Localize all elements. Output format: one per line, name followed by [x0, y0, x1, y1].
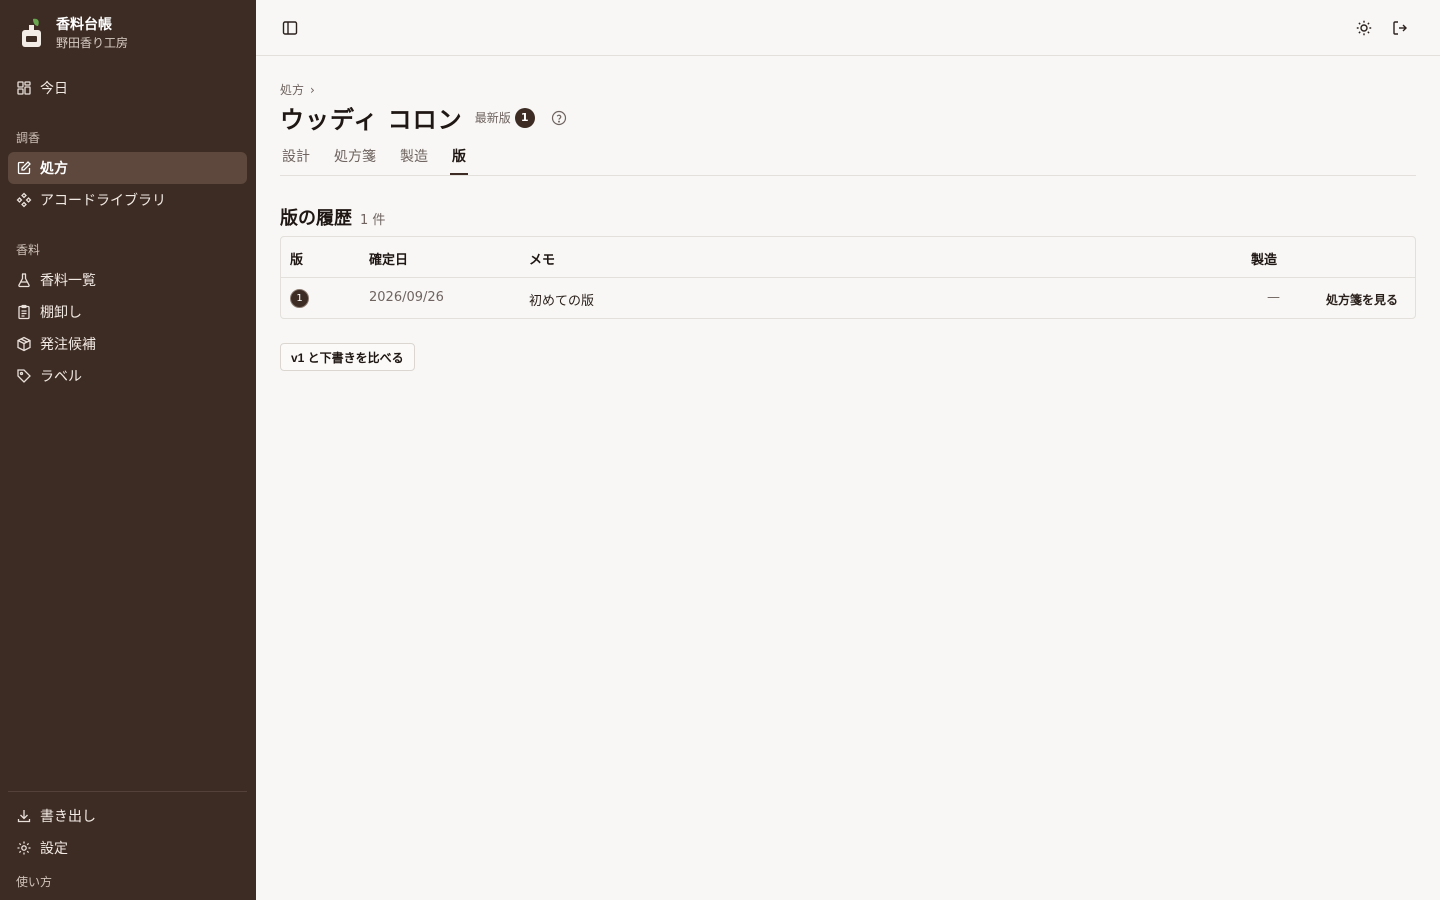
- tab-production[interactable]: 製造: [398, 144, 430, 175]
- nav-item-recipes[interactable]: 処方: [8, 152, 247, 184]
- tab-prescription[interactable]: 処方箋: [332, 144, 378, 175]
- version-history-table: 版 確定日 メモ 製造 1 2026/09/26 初めての版 — 処方箋を見る: [280, 236, 1416, 319]
- brand[interactable]: 香料台帳 野田香り工房: [20, 16, 128, 51]
- chevron-right-icon: ›: [310, 82, 315, 97]
- sidebar-toggle-icon[interactable]: [276, 14, 304, 42]
- column-header-date: 確定日: [369, 253, 409, 268]
- nav-item-settings[interactable]: 設定: [8, 832, 247, 864]
- help-icon[interactable]: [551, 110, 567, 126]
- nav-label: ラベル: [40, 369, 82, 385]
- nav-item-stocktake[interactable]: 棚卸し: [8, 296, 247, 328]
- diamonds-icon: [16, 192, 32, 208]
- history-heading: 版の履歴 1 件: [280, 204, 385, 230]
- tag-icon: [16, 368, 32, 384]
- perfume-bottle-icon: [20, 17, 44, 49]
- column-header-version: 版: [290, 253, 304, 268]
- sidebar: 香料台帳 野田香り工房 今日 調香 処方 アコードライブラリ 香料 香料一覧 棚…: [0, 0, 256, 900]
- view-prescription-link[interactable]: 処方箋を見る: [1326, 291, 1398, 308]
- tab-versions[interactable]: 版: [450, 144, 468, 175]
- nav-label: 発注候補: [40, 337, 96, 353]
- howto-link[interactable]: 使い方: [16, 873, 52, 890]
- production-value: —: [1267, 290, 1280, 305]
- edit-note-icon: [16, 160, 32, 176]
- version-number-badge: 1: [290, 289, 309, 308]
- dashboard-icon: [16, 80, 32, 96]
- package-icon: [16, 336, 32, 352]
- breadcrumb: 処方 ›: [280, 81, 315, 98]
- nav-label: 処方: [40, 161, 68, 177]
- sun-icon[interactable]: [1350, 14, 1378, 42]
- nav-item-materials[interactable]: 香料一覧: [8, 264, 247, 296]
- nav-label: 書き出し: [40, 809, 96, 825]
- table-header: 版 確定日 メモ 製造: [281, 237, 1415, 278]
- page-title-row: ウッディ コロン 最新版 1: [280, 100, 567, 135]
- compare-with-draft-button[interactable]: v1 と下書きを比べる: [280, 343, 415, 371]
- nav-item-labels[interactable]: ラベル: [8, 360, 247, 392]
- nav-label: 今日: [40, 81, 68, 97]
- nav-item-order-candidates[interactable]: 発注候補: [8, 328, 247, 360]
- confirmed-date: 2026/09/26: [369, 290, 444, 305]
- page-title: ウッディ コロン: [280, 106, 463, 134]
- tab-design[interactable]: 設計: [280, 144, 312, 175]
- topbar: [256, 0, 1440, 56]
- workshop-name: 野田香り工房: [56, 36, 129, 50]
- gear-icon: [16, 840, 32, 856]
- flask-icon: [16, 272, 32, 288]
- nav-item-today[interactable]: 今日: [8, 72, 247, 104]
- history-title: 版の履歴: [280, 208, 352, 229]
- nav-label: 設定: [40, 841, 68, 857]
- nav-label: 香料一覧: [40, 273, 96, 289]
- latest-version-label: 最新版: [474, 111, 511, 125]
- nav-item-accord-library[interactable]: アコードライブラリ: [8, 184, 247, 216]
- logout-icon[interactable]: [1386, 14, 1414, 42]
- table-row[interactable]: 1 2026/09/26 初めての版 — 処方箋を見る: [281, 278, 1415, 318]
- clipboard-icon: [16, 304, 32, 320]
- version-badge: 1: [514, 107, 535, 128]
- nav-label: アコードライブラリ: [40, 193, 166, 209]
- section-label-chouko: 調香: [16, 131, 41, 145]
- tabs: 設計 処方箋 製造 版: [280, 144, 1416, 176]
- column-header-memo: メモ: [529, 253, 556, 268]
- download-icon: [16, 808, 32, 824]
- breadcrumb-recipes[interactable]: 処方: [280, 81, 304, 98]
- version-memo: 初めての版: [529, 294, 595, 309]
- section-label-koryo: 香料: [16, 243, 41, 257]
- nav-label: 棚卸し: [40, 305, 82, 321]
- app-title: 香料台帳: [56, 17, 112, 33]
- column-header-production: 製造: [1251, 253, 1278, 268]
- nav-item-export[interactable]: 書き出し: [8, 800, 247, 832]
- sidebar-divider: [8, 791, 247, 792]
- history-count: 1 件: [360, 213, 386, 228]
